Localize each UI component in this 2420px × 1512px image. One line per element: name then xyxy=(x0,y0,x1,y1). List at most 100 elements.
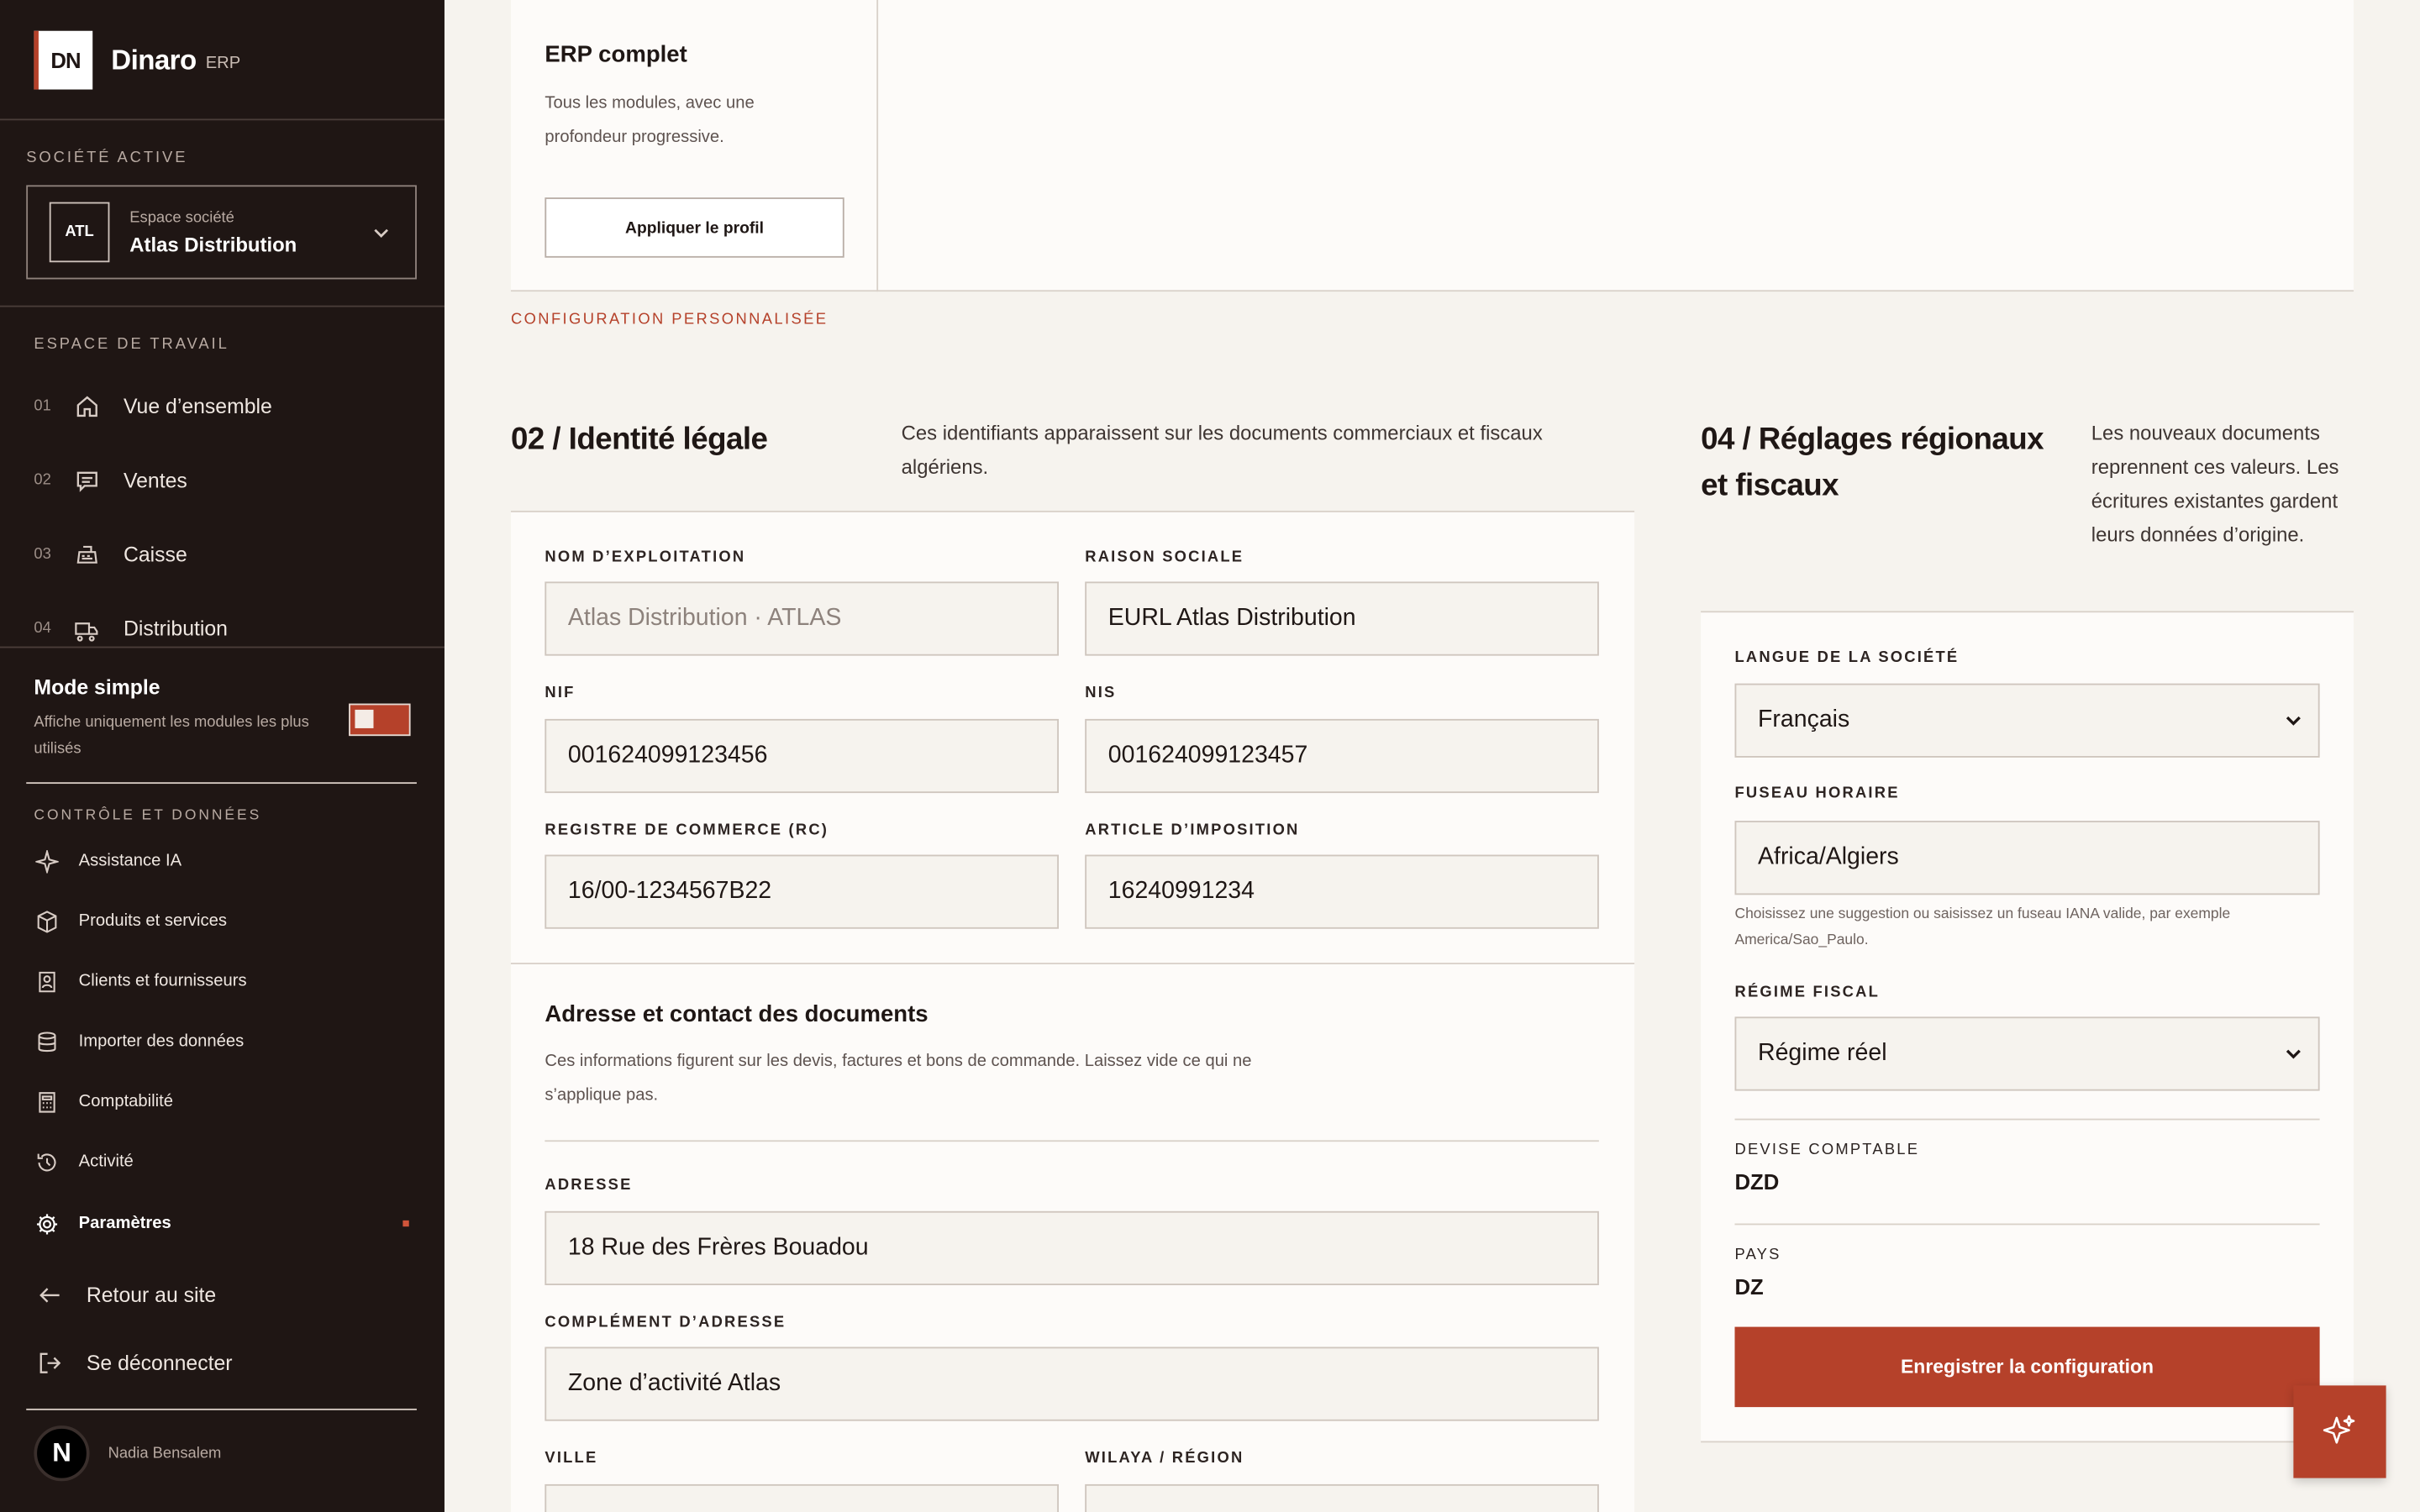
nav-label: Importer des données xyxy=(78,1032,245,1051)
profile-card: ERP complet Tous les modules, avec une p… xyxy=(511,0,879,292)
logout-label: Se déconnecter xyxy=(86,1351,233,1374)
rc-input[interactable]: 16/00-1234567B22 xyxy=(544,854,1060,929)
custom-config-label: CONFIGURATION PERSONNALISÉE xyxy=(510,312,829,329)
profile-title: ERP complet xyxy=(544,41,687,68)
user-profile[interactable]: N Nadia Bensalem xyxy=(34,1425,222,1482)
avatar: N xyxy=(34,1425,90,1482)
simple-mode-title: Mode simple xyxy=(34,675,160,700)
apply-profile-button[interactable]: Appliquer le profil xyxy=(544,197,844,258)
timezone-label: FUSEAU HORAIRE xyxy=(1734,785,1900,803)
user-name: Nadia Bensalem xyxy=(108,1445,222,1462)
nav-label: Caisse xyxy=(123,542,187,566)
nav-item-import[interactable]: Importer des données xyxy=(34,1026,244,1057)
nav-label: Comptabilité xyxy=(78,1092,173,1111)
truck-icon xyxy=(71,612,102,643)
home-icon xyxy=(71,391,102,422)
legal-panel: NOM D’EXPLOITATION Atlas Distribution · … xyxy=(510,510,1635,1512)
box-icon xyxy=(34,909,58,933)
language-select[interactable]: Français xyxy=(1734,683,2320,758)
nis-input[interactable]: 001624099123457 xyxy=(1085,718,1599,794)
tax-article-input[interactable]: 16240991234 xyxy=(1085,854,1599,929)
nav-item-activity[interactable]: Activité xyxy=(34,1147,134,1178)
regional-section-title: 04 / Réglages régionaux et fiscaux xyxy=(1701,423,2044,503)
profile-desc: Tous les modules, avec une profondeur pr… xyxy=(544,94,755,147)
chevron-down-icon xyxy=(374,228,388,238)
nav-item-accounting[interactable]: Comptabilité xyxy=(34,1086,173,1117)
brand-logo: DN xyxy=(34,30,93,90)
country-label: PAYS xyxy=(1734,1247,1781,1264)
nav-label: Clients et fournisseurs xyxy=(78,972,247,991)
timezone-hint: Choisissez une suggestion ou saisissez u… xyxy=(1734,906,2231,949)
currency-label: DEVISE COMPTABLE xyxy=(1734,1142,1920,1159)
region-input[interactable] xyxy=(1085,1483,1599,1512)
toggle-knob xyxy=(355,709,374,728)
nav-label: Distribution xyxy=(123,616,228,640)
legal-section-desc: Ces identifiants apparaissent sur les do… xyxy=(901,421,1543,479)
company-name-input[interactable]: EURL Atlas Distribution xyxy=(1085,581,1599,656)
regime-label: RÉGIME FISCAL xyxy=(1734,984,1881,1002)
profile-row: ERP complet Tous les modules, avec une p… xyxy=(510,0,2354,292)
calculator-icon xyxy=(34,1089,58,1114)
nav-label: Produits et services xyxy=(78,911,227,931)
trade-name-input[interactable]: Atlas Distribution · ATLAS xyxy=(544,581,1060,656)
timezone-input[interactable]: Africa/Algiers xyxy=(1734,821,2320,895)
nav-item-products[interactable]: Produits et services xyxy=(34,906,227,937)
save-configuration-button[interactable]: Enregistrer la configuration xyxy=(1734,1326,2320,1408)
trade-name-label: NOM D’EXPLOITATION xyxy=(544,549,746,567)
chevron-down-icon xyxy=(2286,716,2301,726)
brand[interactable]: DN Dinaro ERP xyxy=(34,30,240,90)
address-label: ADRESSE xyxy=(544,1177,633,1194)
regime-select[interactable]: Régime réel xyxy=(1734,1016,2320,1091)
sparkle-icon xyxy=(34,848,58,873)
nav-label: Ventes xyxy=(123,468,187,492)
logout-link[interactable]: Se déconnecter xyxy=(34,1346,233,1379)
nav-item-overview[interactable]: 01 Vue d’ensemble xyxy=(34,387,271,424)
workspace-label: ESPACE DE TRAVAIL xyxy=(34,336,229,354)
divider xyxy=(544,1140,1599,1142)
ai-assistant-button[interactable] xyxy=(2293,1385,2386,1478)
divider xyxy=(1734,1223,2320,1226)
logout-icon xyxy=(34,1347,65,1378)
complement-input[interactable]: Zone d’activité Atlas xyxy=(544,1347,1599,1421)
city-input[interactable] xyxy=(544,1483,1060,1512)
company-name-label: RAISON SOCIALE xyxy=(1085,549,1244,567)
arrow-left-icon xyxy=(34,1279,65,1310)
regime-value: Régime réel xyxy=(1758,1039,1887,1067)
active-indicator xyxy=(402,1220,409,1227)
history-icon xyxy=(34,1149,58,1173)
currency-value: DZD xyxy=(1734,1169,1780,1194)
divider xyxy=(0,305,445,307)
nav-item-ai-assistance[interactable]: Assistance IA xyxy=(34,846,182,877)
nav-item-contacts[interactable]: Clients et fournisseurs xyxy=(34,966,247,997)
address-input[interactable]: 18 Rue des Frères Bouadou xyxy=(544,1210,1599,1286)
nav-item-sales[interactable]: 02 Ventes xyxy=(34,461,187,498)
address-section-desc: Ces informations figurent sur les devis,… xyxy=(544,1052,1252,1105)
sidebar: DN Dinaro ERP SOCIÉTÉ ACTIVE ATL Espace … xyxy=(0,0,445,1512)
nav-number: 01 xyxy=(34,396,51,415)
back-label: Retour au site xyxy=(86,1283,217,1306)
country-value: DZ xyxy=(1734,1274,1764,1299)
company-switcher[interactable]: ATL Espace société Atlas Distribution xyxy=(26,185,417,280)
contact-card-icon xyxy=(34,969,58,993)
database-icon xyxy=(34,1029,58,1053)
nav-label: Vue d’ensemble xyxy=(123,394,272,417)
regional-section-desc: Les nouveaux documents reprennent ces va… xyxy=(2091,421,2339,547)
address-section-title: Adresse et contact des documents xyxy=(544,1001,929,1028)
city-label: VILLE xyxy=(544,1450,598,1467)
gear-icon xyxy=(34,1211,58,1236)
nav-item-cash[interactable]: 03 Caisse xyxy=(34,535,187,572)
nif-input[interactable]: 001624099123456 xyxy=(544,718,1060,794)
region-label: WILAYA / RÉGION xyxy=(1085,1450,1244,1467)
nav-label: Activité xyxy=(78,1152,134,1172)
divider xyxy=(0,118,445,121)
nav-item-distribution[interactable]: 04 Distribution xyxy=(34,610,228,647)
nav-item-settings[interactable]: Paramètres xyxy=(34,1208,171,1239)
nav-label: Assistance IA xyxy=(78,851,182,870)
simple-mode: Mode simple Affiche uniquement les modul… xyxy=(0,648,445,786)
sparkle-icon xyxy=(2323,1415,2355,1444)
company-caption: Espace société xyxy=(129,208,234,227)
company-name: Atlas Distribution xyxy=(129,232,297,255)
simple-mode-toggle[interactable] xyxy=(349,703,411,737)
back-to-site-link[interactable]: Retour au site xyxy=(34,1278,216,1311)
nav-number: 03 xyxy=(34,545,51,563)
